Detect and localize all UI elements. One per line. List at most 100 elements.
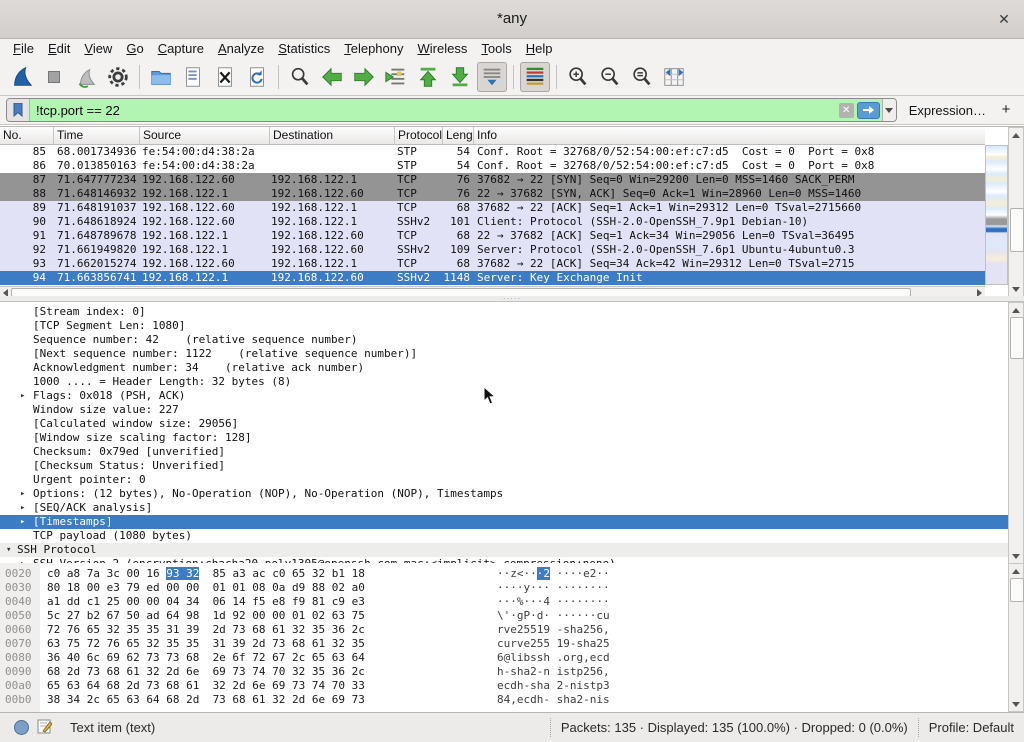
col-no[interactable]: No. [0, 127, 54, 144]
go-to-top-icon[interactable] [413, 62, 443, 92]
capture-options-gear-icon[interactable] [103, 62, 133, 92]
reload-file-icon[interactable] [242, 62, 272, 92]
col-source[interactable]: Source [140, 127, 270, 144]
save-file-icon[interactable] [178, 62, 208, 92]
hex-vertical-scrollbar[interactable] [1008, 563, 1024, 712]
zoom-in-icon[interactable] [563, 62, 593, 92]
menu-file[interactable]: File [6, 39, 41, 58]
go-to-packet-icon[interactable] [381, 62, 411, 92]
table-row[interactable]: 9371.662015274192.168.122.60192.168.122.… [0, 257, 985, 271]
go-back-icon[interactable] [317, 62, 347, 92]
detail-line[interactable]: Urgent pointer: 0 [0, 473, 1024, 487]
display-filter-input[interactable]: !tcp.port == 22 ✕ [6, 98, 897, 122]
detail-line[interactable]: [Calculated window size: 29056] [0, 417, 1024, 431]
detail-line[interactable]: Window size value: 227 [0, 403, 1024, 417]
filter-clear-icon[interactable]: ✕ [839, 103, 854, 118]
scrollbar-thumb[interactable] [1010, 208, 1024, 252]
start-capture-fin-icon[interactable] [7, 62, 37, 92]
colorize-packets-icon[interactable] [520, 62, 550, 92]
table-row[interactable]: 9271.661949820192.168.122.1192.168.122.6… [0, 243, 985, 257]
scroll-down-icon[interactable] [1009, 550, 1023, 562]
go-to-bottom-icon[interactable] [445, 62, 475, 92]
capture-comment-icon[interactable] [37, 719, 52, 737]
expert-info-icon[interactable] [14, 720, 29, 735]
hex-row[interactable]: 0020c0 a8 7a 3c 00 16 93 32 85 a3 ac c0 … [0, 567, 1024, 581]
expression-button[interactable]: Expression… [909, 103, 986, 118]
expander-icon[interactable]: ▸ [20, 389, 25, 403]
col-time[interactable]: Time [54, 127, 140, 144]
hex-row[interactable]: 0040a1 dd c1 25 00 00 04 34 06 14 f5 e8 … [0, 595, 1024, 609]
col-length[interactable]: Length [443, 127, 474, 144]
table-row[interactable]: 8971.648191037192.168.122.60192.168.122.… [0, 201, 985, 215]
detail-line[interactable]: [Stream index: 0] [0, 305, 1024, 319]
menu-go[interactable]: Go [119, 39, 150, 58]
expander-icon[interactable]: ▸ [20, 487, 25, 501]
detail-vertical-scrollbar[interactable] [1008, 302, 1024, 564]
resize-columns-icon[interactable] [659, 62, 689, 92]
restart-capture-icon[interactable] [71, 62, 101, 92]
hex-row[interactable]: 00505c 27 b2 67 50 ad 64 98 1d 92 00 00 … [0, 609, 1024, 623]
expander-icon[interactable]: ▸ [20, 515, 25, 529]
close-file-icon[interactable] [210, 62, 240, 92]
hex-row[interactable]: 007063 75 72 76 65 32 35 35 31 39 2d 73 … [0, 637, 1024, 651]
scroll-up-icon[interactable] [1009, 565, 1023, 577]
detail-line[interactable]: Checksum: 0x79ed [unverified] [0, 445, 1024, 459]
menu-tools[interactable]: Tools [474, 39, 518, 58]
filter-bookmark-icon[interactable] [7, 99, 30, 121]
hex-row[interactable]: 00b038 34 2c 65 63 64 68 2d 73 68 61 32 … [0, 693, 1024, 707]
detail-line[interactable]: ▸[SEQ/ACK analysis] [0, 501, 1024, 515]
detail-line[interactable]: [TCP Segment Len: 1080] [0, 319, 1024, 333]
zoom-reset-icon[interactable] [627, 62, 657, 92]
detail-line[interactable]: [Window size scaling factor: 128] [0, 431, 1024, 445]
scroll-up-icon[interactable] [1009, 304, 1023, 316]
detail-line-selected[interactable]: ▸[Timestamps] [0, 515, 1024, 529]
stop-capture-icon[interactable] [39, 62, 69, 92]
packet-list-vertical-scrollbar[interactable] [1008, 127, 1024, 297]
filter-apply-icon[interactable] [857, 102, 880, 119]
menu-telephony[interactable]: Telephony [337, 39, 410, 58]
hex-row[interactable]: 006072 76 65 32 35 35 31 39 2d 73 68 61 … [0, 623, 1024, 637]
scrollbar-thumb[interactable] [1010, 578, 1024, 602]
menu-wireless[interactable]: Wireless [411, 39, 475, 58]
scroll-down-icon[interactable] [1009, 698, 1023, 710]
table-row[interactable]: 8771.647777234192.168.122.60192.168.122.… [0, 173, 985, 187]
detail-line[interactable]: ▸Options: (12 bytes), No-Operation (NOP)… [0, 487, 1024, 501]
table-row[interactable]: 8871.648146932192.168.122.1192.168.122.6… [0, 187, 985, 201]
detail-line[interactable]: Acknowledgment number: 34 (relative ack … [0, 361, 1024, 375]
status-profile[interactable]: Profile: Default [918, 718, 1024, 737]
add-filter-button[interactable]: + [996, 100, 1016, 120]
hex-row[interactable]: 008036 40 6c 69 62 73 73 68 2e 6f 72 67 … [0, 651, 1024, 665]
filter-history-dropdown-icon[interactable] [882, 99, 896, 121]
table-row[interactable]: 8670.013850163fe:54:00:d4:38:2aSTP54Conf… [0, 159, 985, 173]
table-row[interactable]: 9071.648618924192.168.122.60192.168.122.… [0, 215, 985, 229]
menu-analyze[interactable]: Analyze [211, 39, 271, 58]
menu-edit[interactable]: Edit [41, 39, 77, 58]
close-window-icon[interactable]: ✕ [994, 9, 1014, 29]
expander-icon[interactable]: ▾ [6, 543, 11, 557]
open-file-folder-icon[interactable] [146, 62, 176, 92]
find-packet-icon[interactable] [285, 62, 315, 92]
filter-text[interactable]: !tcp.port == 22 [30, 103, 839, 118]
detail-line[interactable]: Sequence number: 42 (relative sequence n… [0, 333, 1024, 347]
menu-help[interactable]: Help [519, 39, 560, 58]
table-row-selected[interactable]: 9471.663856741192.168.122.1192.168.122.6… [0, 271, 985, 285]
col-info[interactable]: Info [474, 127, 985, 144]
col-destination[interactable]: Destination [270, 127, 395, 144]
hex-row[interactable]: 00a065 63 64 68 2d 73 68 61 32 2d 6e 69 … [0, 679, 1024, 693]
hex-row[interactable]: 009068 2d 73 68 61 32 2d 6e 69 73 74 70 … [0, 665, 1024, 679]
detail-line[interactable]: ▸Flags: 0x018 (PSH, ACK) [0, 389, 1024, 403]
menu-capture[interactable]: Capture [151, 39, 211, 58]
detail-line[interactable]: [Next sequence number: 1122 (relative se… [0, 347, 1024, 361]
table-row[interactable]: 8568.001734936fe:54:00:d4:38:2aSTP54Conf… [0, 145, 985, 159]
scroll-down-icon[interactable] [1009, 283, 1023, 295]
auto-scroll-icon[interactable] [477, 62, 507, 92]
detail-line[interactable]: ▾SSH Protocol [0, 543, 1024, 557]
menu-statistics[interactable]: Statistics [271, 39, 337, 58]
detail-line[interactable]: 1000 .... = Header Length: 32 bytes (8) [0, 375, 1024, 389]
table-row[interactable]: 9171.648789678192.168.122.1192.168.122.6… [0, 229, 985, 243]
hex-row[interactable]: 003080 18 00 e3 79 ed 00 00 01 01 08 0a … [0, 581, 1024, 595]
packet-minimap-scrollbar[interactable] [985, 145, 1008, 285]
expander-icon[interactable]: ▸ [20, 501, 25, 515]
detail-line[interactable]: TCP payload (1080 bytes) [0, 529, 1024, 543]
go-forward-icon[interactable] [349, 62, 379, 92]
